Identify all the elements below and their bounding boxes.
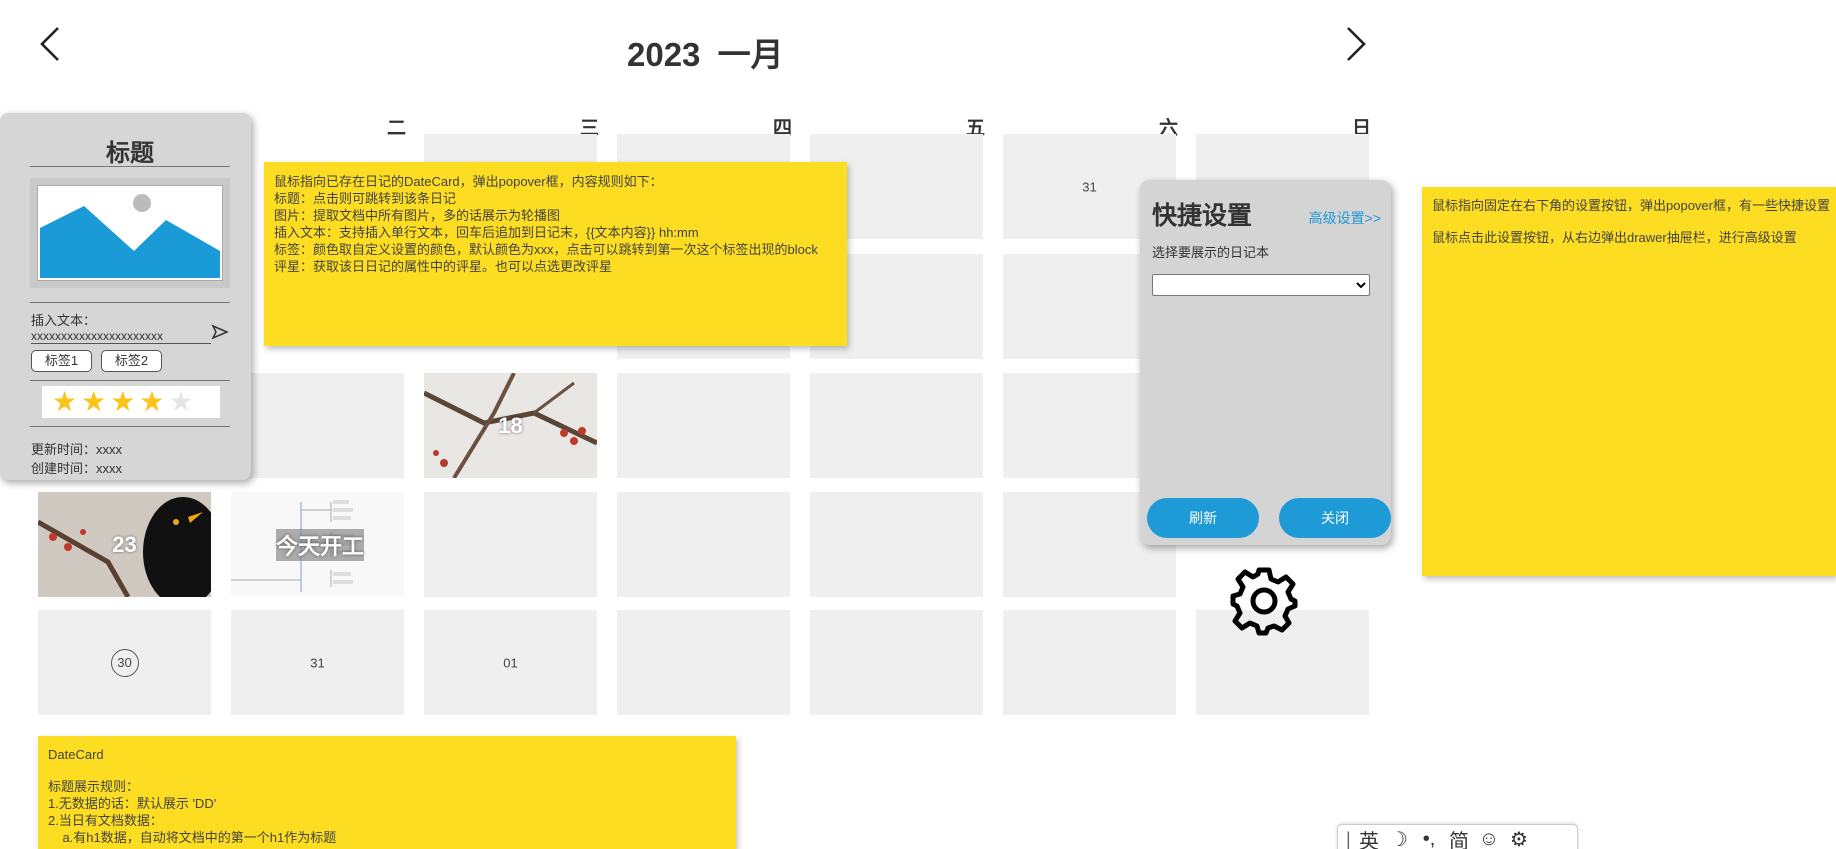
note-line: 1.无数据的话：默认展示 'DD' <box>48 796 217 811</box>
star-icon[interactable]: ★ <box>168 388 193 416</box>
next-month-button[interactable] <box>1340 24 1370 64</box>
ime-lang-toggle[interactable]: 英 <box>1358 825 1380 849</box>
quick-settings-popover: 快捷设置 高级设置>> 选择要展示的日记本 刷新 关闭 <box>1140 180 1391 545</box>
note-line: 图片：提取文档中所有图片，多的话展示为轮播图 <box>274 208 561 223</box>
date-card-with-image[interactable]: 18 <box>424 373 597 478</box>
date-card[interactable] <box>231 373 404 478</box>
card-title-link[interactable]: 标题 <box>30 133 230 168</box>
created-time: 创建时间：xxxx <box>31 461 123 476</box>
insert-text-input[interactable]: xxxxxxxxxxxxxxxxxxxxxx <box>31 329 211 344</box>
date-card[interactable] <box>810 610 983 715</box>
date-card[interactable] <box>617 373 790 478</box>
updated-time: 更新时间：xxxx <box>31 442 123 457</box>
insert-text-label: 插入文本： <box>31 313 97 328</box>
image-placeholder-icon <box>40 194 220 278</box>
date-number: 01 <box>503 655 518 670</box>
ime-toolbar: | 英 ☽ •, 简 ☺ ⚙ <box>1337 824 1578 849</box>
date-card[interactable] <box>424 492 597 597</box>
prev-month-button[interactable] <box>36 24 66 64</box>
card-image-carousel[interactable] <box>30 178 230 288</box>
note-line: 鼠标指向已存在日记的DateCard，弹出popover框，内容规则如下： <box>274 174 663 189</box>
emoji-icon[interactable]: ☺ <box>1478 828 1500 849</box>
note-line: 标题：点击则可跳转到该条日记 <box>274 191 457 206</box>
date-number: 23 <box>112 531 137 557</box>
note-heading: DateCard <box>48 747 104 762</box>
divider <box>30 426 230 427</box>
date-card-with-image[interactable]: 23 <box>38 492 211 597</box>
star-rating[interactable]: ★ ★ ★ ★ ★ <box>42 386 220 418</box>
chevron-left-icon <box>40 27 59 61</box>
divider <box>30 380 230 381</box>
notebook-select[interactable] <box>1152 274 1370 296</box>
date-card[interactable]: 31 <box>231 610 404 715</box>
punctuation-icon[interactable]: •, <box>1418 828 1440 849</box>
settings-rules-note: 鼠标指向固定在右下角的设置按钮，弹出popover框，有一些快捷设置 鼠标点击此… <box>1422 187 1836 576</box>
send-icon[interactable] <box>211 323 229 341</box>
ime-script-toggle[interactable]: 简 <box>1448 825 1470 849</box>
notebook-select-label: 选择要展示的日记本 <box>1152 245 1270 260</box>
date-card[interactable] <box>617 610 790 715</box>
date-number: 30 <box>110 648 139 677</box>
tag-1[interactable]: 标签1 <box>31 350 92 372</box>
close-button[interactable]: 关闭 <box>1279 498 1391 538</box>
advanced-settings-link[interactable]: 高级设置>> <box>1309 208 1381 228</box>
date-number: 18 <box>498 412 523 438</box>
note-line: 鼠标点击此设置按钮，从右边弹出drawer抽屉栏，进行高级设置 <box>1432 230 1797 245</box>
note-line: 标签：颜色取自定义设置的颜色，默认颜色为xxx，点击可以跳转到第一次这个标签出现… <box>274 242 818 257</box>
refresh-button[interactable]: 刷新 <box>1147 498 1259 538</box>
star-icon[interactable]: ★ <box>81 388 106 416</box>
date-number: 今天开工 <box>276 528 365 561</box>
date-number: 31 <box>310 655 325 670</box>
divider <box>30 302 230 303</box>
drag-handle-icon[interactable]: | <box>1346 829 1351 849</box>
quick-settings-title: 快捷设置 <box>1152 202 1253 230</box>
star-icon[interactable]: ★ <box>139 388 164 416</box>
date-card-popover: 标题 插入文本： xxxxxxxxxxxxxxxxxxxxxx 标签1 标签2 … <box>0 113 251 480</box>
settings-icon[interactable]: ⚙ <box>1508 827 1530 849</box>
divider <box>30 166 230 167</box>
star-icon[interactable]: ★ <box>110 388 135 416</box>
note-line: 标题展示规则： <box>48 779 140 794</box>
date-card[interactable]: 01 <box>424 610 597 715</box>
chevron-right-icon <box>1347 27 1366 61</box>
date-card-with-image[interactable]: 今天开工 <box>231 492 404 597</box>
date-card-today[interactable]: 30 <box>38 610 211 715</box>
date-card[interactable] <box>810 373 983 478</box>
date-card[interactable] <box>617 492 790 597</box>
note-line: a.有h1数据，自动将文档中的第一个h1作为标题 <box>48 830 337 845</box>
weekday-tue: 二 <box>386 118 406 139</box>
note-line: 插入文本：支持插入单行文本，回车后追加到日记末，{{文本内容}} hh:mm <box>274 225 699 240</box>
tag-2[interactable]: 标签2 <box>101 350 162 372</box>
moon-icon[interactable]: ☽ <box>1388 827 1410 849</box>
note-line: 评星：获取该日日记的属性中的评星。也可以点选更改评星 <box>274 259 613 274</box>
month-title: 2023 一月 <box>627 36 784 73</box>
date-card[interactable] <box>1003 610 1176 715</box>
popover-rules-note: 鼠标指向已存在日记的DateCard，弹出popover框，内容规则如下： 标题… <box>264 162 847 346</box>
datecard-rules-note: DateCard 标题展示规则： 1.无数据的话：默认展示 'DD' 2.当日有… <box>38 736 736 849</box>
gear-icon[interactable] <box>1229 566 1299 636</box>
star-icon[interactable]: ★ <box>52 388 77 416</box>
note-line: 2.当日有文档数据： <box>48 813 163 828</box>
note-line: 鼠标指向固定在右下角的设置按钮，弹出popover框，有一些快捷设置 <box>1432 198 1830 213</box>
date-card[interactable] <box>810 492 983 597</box>
